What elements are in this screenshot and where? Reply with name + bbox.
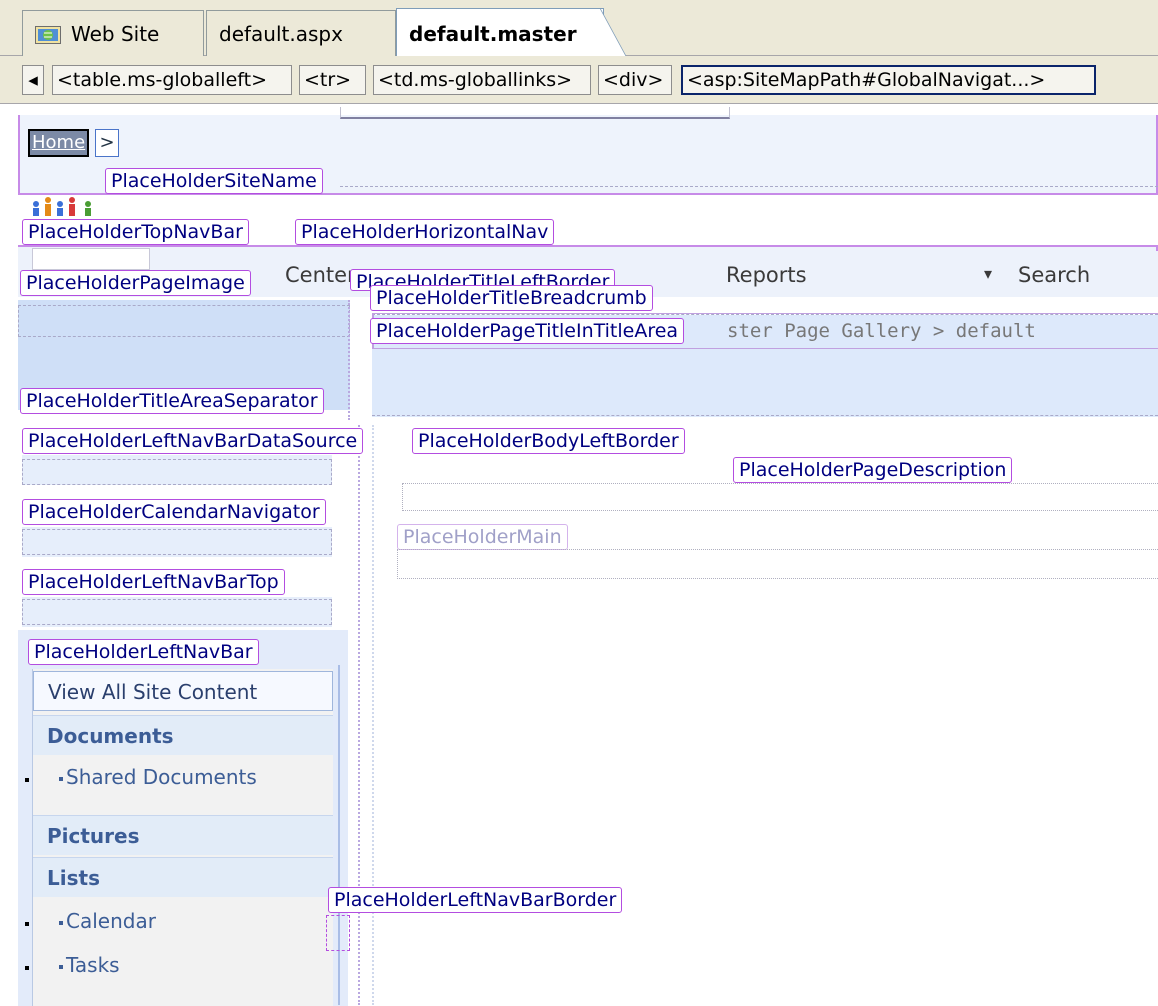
quick-launch-nav: View All Site Content Documents Shared D… [32, 669, 333, 1006]
placeholder-main[interactable]: PlaceHolderMain [397, 524, 568, 550]
sitemap-path-outline [340, 107, 730, 119]
nav-search[interactable]: Search [1018, 263, 1090, 287]
nav-heading-pictures[interactable]: Pictures [33, 815, 333, 855]
design-view-canvas[interactable]: Home > PlaceHolderSiteName PlaceHolderTo… [0, 105, 1158, 1006]
body-left-border-line [358, 425, 360, 1005]
tag-tr[interactable]: <tr> [299, 65, 366, 95]
tag-scroll-left-button[interactable]: ◂ [22, 65, 44, 95]
site-name-dotted-line [340, 185, 1158, 187]
placeholder-page-image[interactable]: PlaceHolderPageImage [20, 270, 251, 296]
left-nav-bar-border-box [326, 915, 350, 951]
bullet-icon [59, 920, 63, 925]
title-area-separator-line [372, 412, 1158, 416]
tab-default-aspx[interactable]: default.aspx [206, 10, 396, 56]
placeholder-title-breadcrumb[interactable]: PlaceHolderTitleBreadcrumb [370, 285, 653, 311]
home-tab-stub [32, 248, 150, 270]
document-tab-strip: Web Site default.aspx default.master [0, 0, 1158, 57]
tab-label: default.aspx [219, 22, 343, 46]
page-description-box [402, 483, 1158, 511]
tag-td-ms-globallinks[interactable]: <td.ms-globallinks> [373, 65, 591, 95]
nav-center-fragment[interactable]: Center [285, 263, 356, 287]
tab-label: Web Site [71, 22, 160, 46]
placeholder-calendar-navigator[interactable]: PlaceHolderCalendarNavigator [22, 499, 326, 525]
placeholder-page-title-in-title-area[interactable]: PlaceHolderPageTitleInTitleArea [370, 318, 685, 344]
left-nav-bar-border-line [338, 665, 340, 1005]
chevron-left-icon: ◂ [28, 69, 38, 91]
title-left-border-line [348, 300, 350, 420]
tag-table-ms-globalleft[interactable]: <table.ms-globalleft> [52, 65, 292, 95]
calendar-navigator-dotted-box [22, 529, 332, 555]
placeholder-page-description[interactable]: PlaceHolderPageDescription [733, 457, 1013, 483]
placeholder-horizontal-nav[interactable]: PlaceHolderHorizontalNav [295, 219, 555, 245]
nav-item-calendar[interactable]: Calendar [33, 901, 333, 941]
page-image-dotted-box [18, 305, 350, 337]
placeholder-site-name[interactable]: PlaceHolderSiteName [105, 168, 323, 194]
placeholder-left-nav-bar-top[interactable]: PlaceHolderLeftNavBarTop [22, 569, 285, 595]
nav-item-label: Shared Documents [66, 765, 257, 789]
placeholder-left-nav-bar-border[interactable]: PlaceHolderLeftNavBarBorder [328, 887, 623, 913]
placeholder-main-box [397, 549, 1158, 579]
bullet-icon [25, 778, 29, 782]
placeholder-left-nav-bar-data-source[interactable]: PlaceHolderLeftNavBarDataSource [22, 428, 364, 454]
top-nav-outline [18, 245, 1158, 251]
tab-corner-icon [600, 8, 627, 57]
bullet-icon [59, 964, 63, 969]
body-left-border-line-2 [372, 425, 374, 1005]
view-all-site-content-link[interactable]: View All Site Content [33, 671, 333, 711]
breadcrumb-separator: > [95, 129, 119, 157]
page-title-fragment: ster Page Gallery > default [727, 320, 1036, 342]
placeholder-top-nav-bar[interactable]: PlaceHolderTopNavBar [22, 219, 249, 245]
tag-asp-sitemappath[interactable]: <asp:SiteMapPath#GlobalNavigat...> [681, 65, 1096, 95]
website-icon [35, 14, 61, 44]
bullet-icon [25, 966, 29, 970]
breadcrumb-home-link[interactable]: Home [28, 129, 90, 157]
tag-div[interactable]: <div> [598, 65, 672, 95]
nav-heading-lists[interactable]: Lists [33, 857, 333, 897]
tab-default-master[interactable]: default.master [396, 8, 604, 57]
nav-reports[interactable]: Reports [726, 263, 807, 287]
left-nav-bar-top-dotted-box [22, 599, 332, 625]
placeholder-title-area-separator[interactable]: PlaceHolderTitleAreaSeparator [20, 388, 324, 414]
dropdown-arrow-icon[interactable]: ▾ [984, 264, 992, 283]
nav-item-label: Tasks [66, 953, 120, 977]
placeholder-left-nav-bar[interactable]: PlaceHolderLeftNavBar [28, 639, 259, 665]
bullet-icon [59, 776, 63, 781]
nav-item-tasks[interactable]: Tasks [33, 945, 333, 985]
nav-item-label: Calendar [66, 909, 156, 933]
quick-tag-selector: ◂ <table.ms-globalleft> <tr> <td.ms-glob… [0, 56, 1158, 104]
bullet-icon [25, 922, 29, 926]
data-source-dotted-box [22, 459, 332, 485]
nav-heading-documents[interactable]: Documents [33, 715, 333, 755]
tab-web-site[interactable]: Web Site [22, 10, 204, 56]
nav-item-shared-documents[interactable]: Shared Documents [33, 757, 333, 797]
tab-label: default.master [409, 22, 577, 46]
placeholder-body-left-border[interactable]: PlaceHolderBodyLeftBorder [412, 428, 685, 454]
